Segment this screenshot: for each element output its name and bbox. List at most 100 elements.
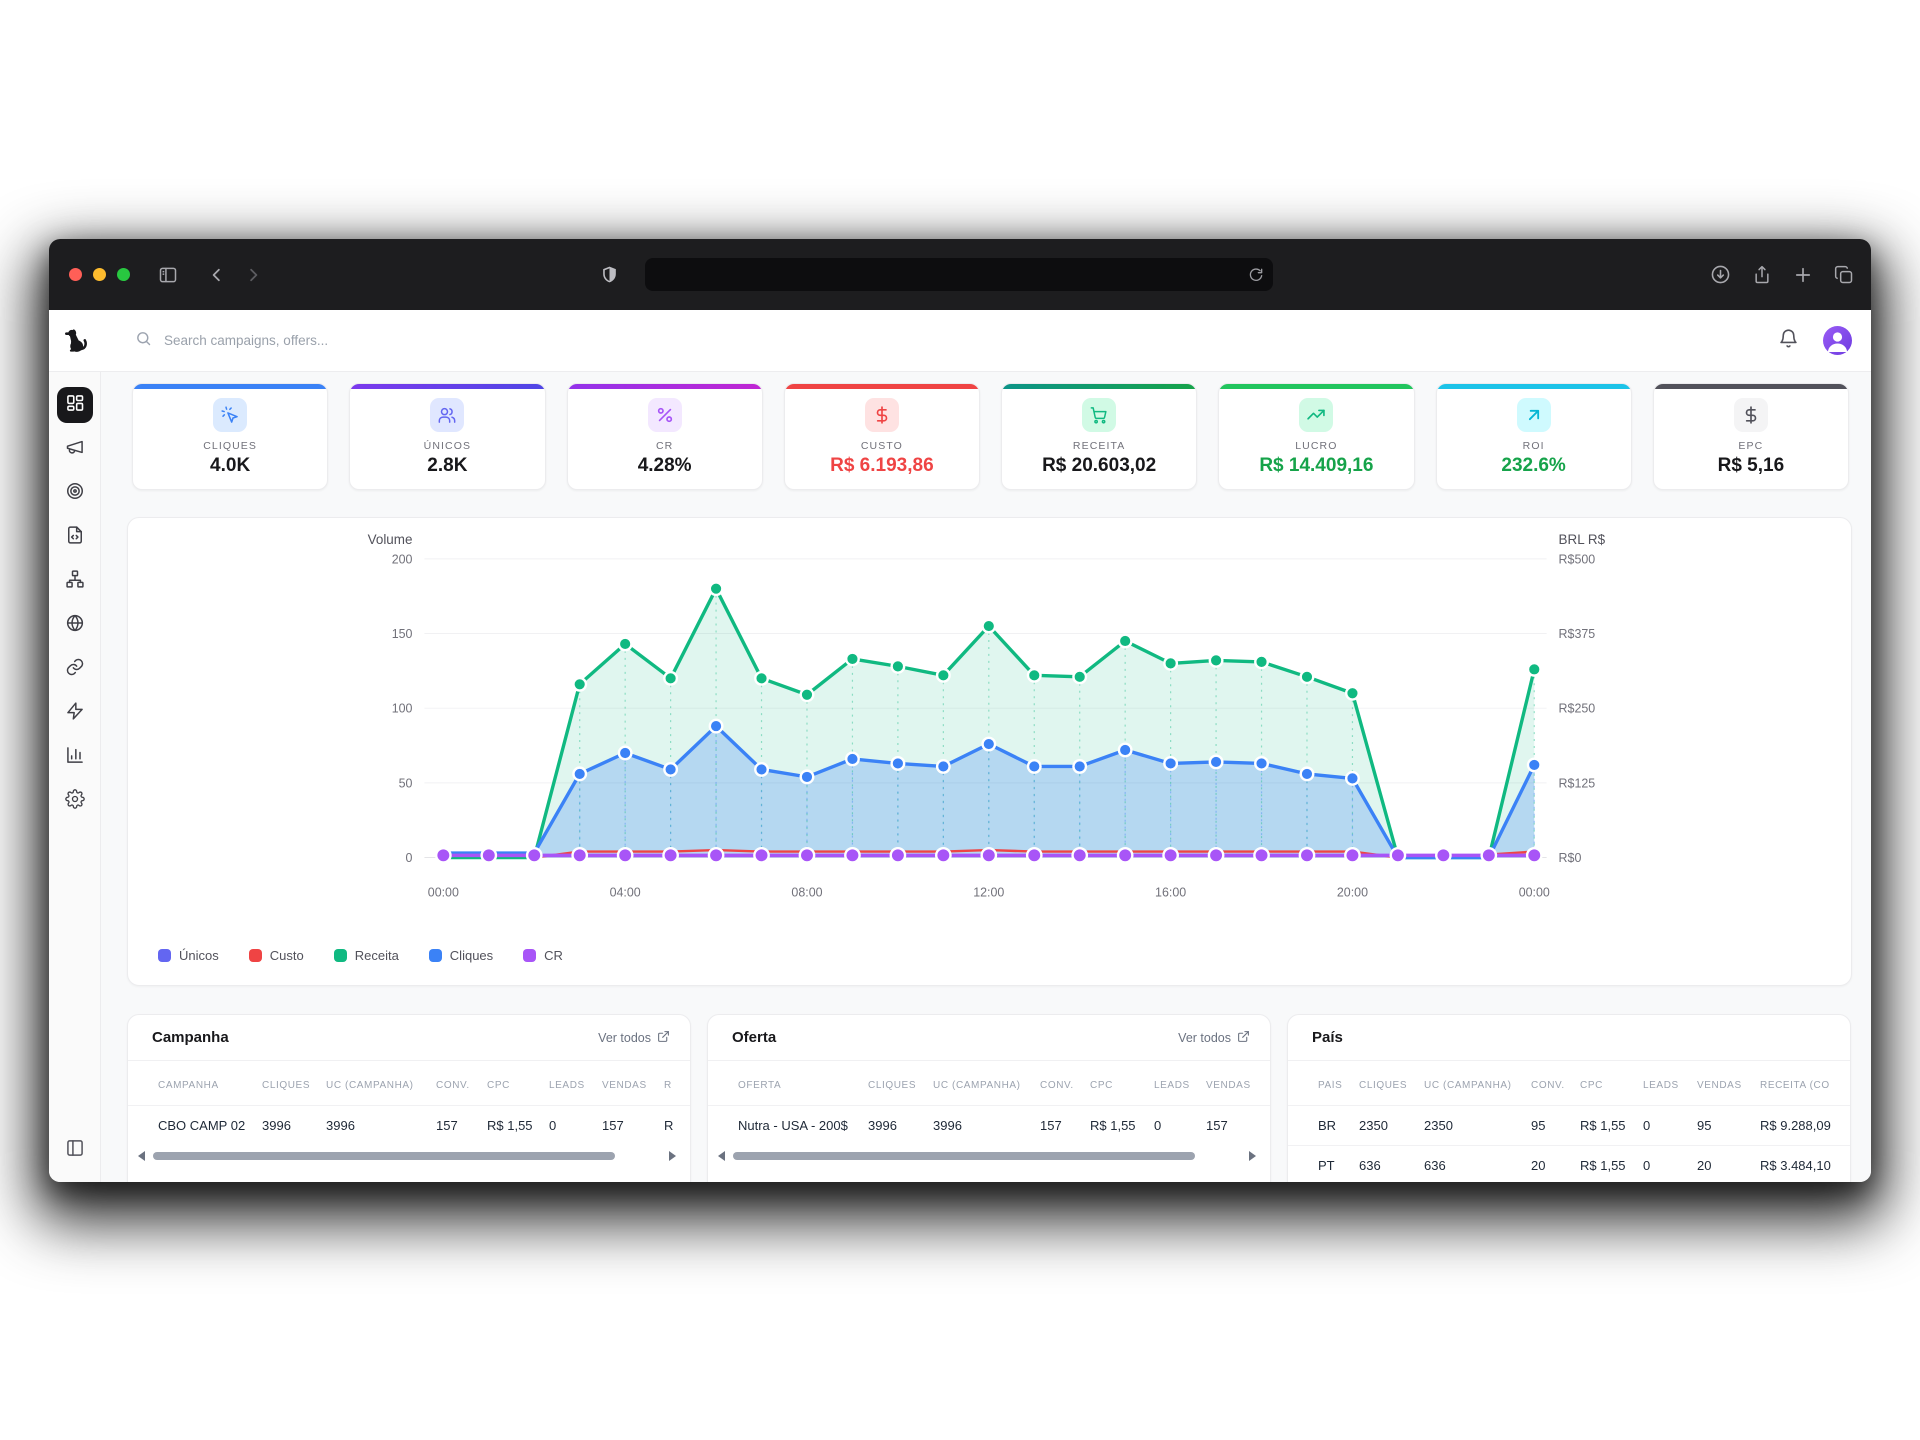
legend-item-únicos[interactable]: Únicos bbox=[158, 948, 219, 963]
svg-text:04:00: 04:00 bbox=[610, 885, 641, 899]
scroll-right-arrow[interactable] bbox=[1249, 1151, 1256, 1161]
search-box bbox=[135, 330, 484, 352]
sidebar-item-funnels[interactable] bbox=[57, 563, 93, 599]
bar-chart-icon bbox=[65, 745, 85, 770]
legend-swatch bbox=[334, 949, 347, 962]
table-title: País bbox=[1312, 1029, 1343, 1046]
close-button[interactable] bbox=[69, 268, 82, 281]
column-header: UC (CAMPANHA) bbox=[933, 1080, 1040, 1091]
back-icon[interactable] bbox=[208, 266, 226, 284]
kpi-accent-bar bbox=[133, 384, 327, 389]
kpi-value: R$ 14.409,16 bbox=[1259, 455, 1373, 477]
new-tab-icon[interactable] bbox=[1793, 265, 1813, 285]
table-card-campanha: CampanhaVer todosCAMPANHACLIQUESUC (CAMP… bbox=[127, 1014, 691, 1182]
column-header: RECEITA (CO bbox=[1760, 1080, 1851, 1091]
scroll-left-arrow[interactable] bbox=[138, 1151, 145, 1161]
sidebar-item-domains[interactable] bbox=[57, 607, 93, 643]
sidebar-item-links[interactable] bbox=[57, 651, 93, 687]
column-header: PAÍS bbox=[1318, 1080, 1359, 1091]
scroll-left-arrow[interactable] bbox=[718, 1151, 725, 1161]
table-cell: R bbox=[664, 1118, 691, 1133]
share-icon[interactable] bbox=[1752, 265, 1772, 285]
scrollbar-track[interactable] bbox=[153, 1151, 661, 1161]
url-bar[interactable] bbox=[645, 258, 1273, 291]
svg-text:150: 150 bbox=[392, 627, 413, 641]
table-title: Oferta bbox=[732, 1029, 776, 1046]
table-cell: 3996 bbox=[262, 1118, 326, 1133]
tab-overview-icon[interactable] bbox=[1834, 265, 1854, 285]
scrollbar-thumb[interactable] bbox=[733, 1152, 1195, 1160]
sidebar bbox=[49, 372, 101, 1182]
scrollbar-track[interactable] bbox=[733, 1151, 1241, 1161]
kpi-label: ROI bbox=[1523, 440, 1545, 452]
table-card-país: PaísPAÍSCLIQUESUC (CAMPANHA)CONV.CPCLEAD… bbox=[1287, 1014, 1851, 1182]
forward-icon[interactable] bbox=[244, 266, 262, 284]
dog-logo[interactable] bbox=[49, 327, 101, 354]
ver-todos-link[interactable]: Ver todos bbox=[598, 1030, 670, 1046]
kpi-label: LUCRO bbox=[1295, 440, 1337, 452]
table-row: BR2350235095R$ 1,55095R$ 9.288,09 bbox=[1288, 1105, 1850, 1145]
reload-icon[interactable] bbox=[1248, 267, 1264, 283]
sidebar-item-automation[interactable] bbox=[57, 695, 93, 731]
minimize-button[interactable] bbox=[93, 268, 106, 281]
legend-label: Cliques bbox=[450, 948, 493, 963]
sidebar-item-campaigns[interactable] bbox=[57, 431, 93, 467]
app-header bbox=[49, 310, 1871, 372]
scroll-right-arrow[interactable] bbox=[669, 1151, 676, 1161]
sidebar-item-settings[interactable] bbox=[57, 783, 93, 819]
table-row: PT63663620R$ 1,55020R$ 3.484,10 bbox=[1288, 1145, 1850, 1182]
table-cell: R$ 1,55 bbox=[1580, 1118, 1643, 1133]
legend-swatch bbox=[249, 949, 262, 962]
scrollbar-thumb[interactable] bbox=[153, 1152, 615, 1160]
sidebar-collapse-button[interactable] bbox=[57, 1132, 93, 1168]
kpi-label: EPC bbox=[1738, 440, 1763, 452]
browser-window: CLIQUES4.0KÚNICOS2.8KCR4.28%CUSTOR$ 6.19… bbox=[49, 239, 1871, 1182]
table-cell: R$ 1,55 bbox=[1090, 1118, 1154, 1133]
table-cell: 95 bbox=[1697, 1118, 1760, 1133]
sidebar-item-landers[interactable] bbox=[57, 519, 93, 555]
table-title: Campanha bbox=[152, 1029, 229, 1046]
column-header: VENDAS bbox=[1697, 1080, 1760, 1091]
column-header: CONV. bbox=[1531, 1080, 1580, 1091]
legend-item-cliques[interactable]: Cliques bbox=[429, 948, 493, 963]
table-cell: 636 bbox=[1359, 1158, 1424, 1173]
column-header: UC (CAMPANHA) bbox=[326, 1080, 436, 1091]
kpi-accent-bar bbox=[1437, 384, 1631, 389]
globe-icon bbox=[65, 613, 85, 638]
column-header: OFERTA bbox=[738, 1080, 868, 1091]
download-icon[interactable] bbox=[1710, 264, 1731, 285]
column-header: CAMPANHA bbox=[158, 1080, 262, 1091]
column-header: CPC bbox=[487, 1080, 549, 1091]
table-cell: R$ 1,55 bbox=[1580, 1158, 1643, 1173]
table-cell: CBO CAMP 02 bbox=[158, 1118, 262, 1133]
legend-swatch bbox=[158, 949, 171, 962]
cart-icon bbox=[1082, 398, 1116, 432]
kpi-accent-bar bbox=[1654, 384, 1848, 389]
sidebar-item-offers[interactable] bbox=[57, 475, 93, 511]
svg-text:20:00: 20:00 bbox=[1337, 885, 1368, 899]
search-input[interactable] bbox=[164, 333, 484, 348]
sidebar-toggle-icon[interactable] bbox=[158, 265, 178, 285]
sidebar-item-dashboard[interactable] bbox=[57, 387, 93, 423]
legend-item-cr[interactable]: CR bbox=[523, 948, 563, 963]
legend-label: Receita bbox=[355, 948, 399, 963]
kpi-label: RECEITA bbox=[1073, 440, 1125, 452]
svg-text:R$250: R$250 bbox=[1559, 702, 1596, 716]
sidebar-item-reports[interactable] bbox=[57, 739, 93, 775]
kpi-accent-bar bbox=[1219, 384, 1413, 389]
ver-todos-link[interactable]: Ver todos bbox=[1178, 1030, 1250, 1046]
kpi-value: R$ 6.193,86 bbox=[830, 455, 934, 477]
zoom-button[interactable] bbox=[117, 268, 130, 281]
kpi-accent-bar bbox=[785, 384, 979, 389]
table-cell: 0 bbox=[1643, 1118, 1697, 1133]
legend-item-custo[interactable]: Custo bbox=[249, 948, 304, 963]
kpi-card-únicos: ÚNICOS2.8K bbox=[349, 383, 545, 490]
percent-icon bbox=[648, 398, 682, 432]
column-header: VENDAS bbox=[602, 1080, 664, 1091]
avatar[interactable] bbox=[1823, 326, 1852, 355]
legend-item-receita[interactable]: Receita bbox=[334, 948, 399, 963]
svg-text:BRL R$: BRL R$ bbox=[1559, 532, 1606, 547]
table-cell: 0 bbox=[1643, 1158, 1697, 1173]
bell-icon[interactable] bbox=[1778, 328, 1799, 354]
shield-icon[interactable] bbox=[600, 265, 619, 284]
